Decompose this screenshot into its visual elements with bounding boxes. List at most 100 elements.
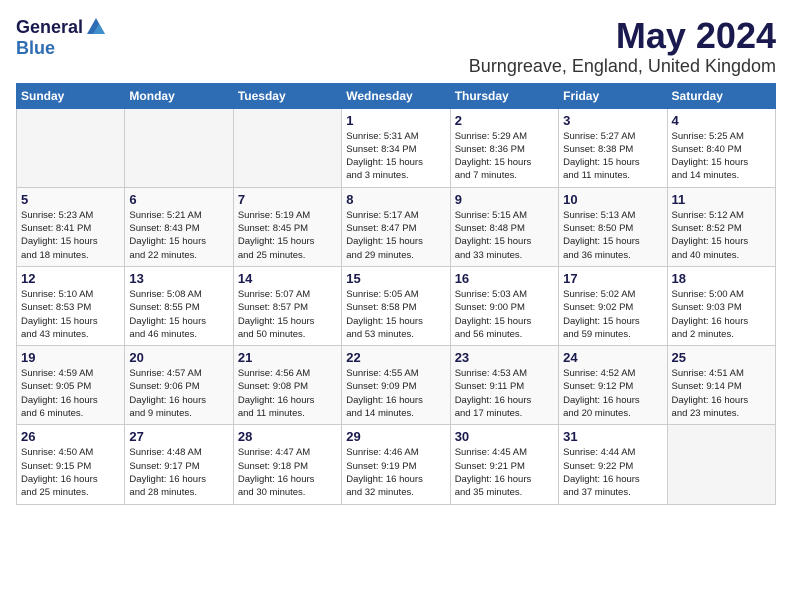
day-info: Sunrise: 4:52 AM Sunset: 9:12 PM Dayligh… [563,367,662,420]
day-info: Sunrise: 4:55 AM Sunset: 9:09 PM Dayligh… [346,367,445,420]
calendar-cell [125,108,233,187]
calendar-cell: 4 Sunrise: 5:25 AM Sunset: 8:40 PM Daylig… [667,108,775,187]
calendar-subtitle: Burngreave, England, United Kingdom [469,56,776,77]
day-info: Sunrise: 5:02 AM Sunset: 9:02 PM Dayligh… [563,288,662,341]
day-info: Sunrise: 5:19 AM Sunset: 8:45 PM Dayligh… [238,209,337,262]
day-info: Sunrise: 5:05 AM Sunset: 8:58 PM Dayligh… [346,288,445,341]
calendar-cell: 2 Sunrise: 5:29 AM Sunset: 8:36 PM Daylig… [450,108,558,187]
day-info: Sunrise: 4:51 AM Sunset: 9:14 PM Dayligh… [672,367,771,420]
day-number: 4 [672,113,771,128]
calendar-cell: 14 Sunrise: 5:07 AM Sunset: 8:57 PM Dayli… [233,266,341,345]
weekday-header-row: SundayMondayTuesdayWednesdayThursdayFrid… [17,83,776,108]
calendar-cell: 11 Sunrise: 5:12 AM Sunset: 8:52 PM Dayli… [667,187,775,266]
day-info: Sunrise: 4:48 AM Sunset: 9:17 PM Dayligh… [129,446,228,499]
day-number: 15 [346,271,445,286]
calendar-cell: 25Sunrise: 4:51 AM Sunset: 9:14 PM Dayli… [667,346,775,425]
day-number: 11 [672,192,771,207]
calendar-cell: 24 Sunrise: 4:52 AM Sunset: 9:12 PM Dayli… [559,346,667,425]
day-number: 31 [563,429,662,444]
calendar-cell: 30 Sunrise: 4:45 AM Sunset: 9:21 PM Dayli… [450,425,558,504]
calendar-cell: 31 Sunrise: 4:44 AM Sunset: 9:22 PM Dayli… [559,425,667,504]
day-number: 14 [238,271,337,286]
week-row-4: 19Sunrise: 4:59 AM Sunset: 9:05 PM Dayli… [17,346,776,425]
day-number: 17 [563,271,662,286]
day-number: 28 [238,429,337,444]
weekday-header-wednesday: Wednesday [342,83,450,108]
day-number: 6 [129,192,228,207]
calendar-cell: 6 Sunrise: 5:21 AM Sunset: 8:43 PM Daylig… [125,187,233,266]
day-info: Sunrise: 4:46 AM Sunset: 9:19 PM Dayligh… [346,446,445,499]
day-number: 12 [21,271,120,286]
week-row-1: 1 Sunrise: 5:31 AM Sunset: 8:34 PM Daylig… [17,108,776,187]
day-number: 2 [455,113,554,128]
calendar-cell: 21Sunrise: 4:56 AM Sunset: 9:08 PM Dayli… [233,346,341,425]
logo-icon [85,16,107,38]
calendar-cell: 17 Sunrise: 5:02 AM Sunset: 9:02 PM Dayli… [559,266,667,345]
day-info: Sunrise: 5:03 AM Sunset: 9:00 PM Dayligh… [455,288,554,341]
week-row-3: 12 Sunrise: 5:10 AM Sunset: 8:53 PM Dayli… [17,266,776,345]
day-info: Sunrise: 4:44 AM Sunset: 9:22 PM Dayligh… [563,446,662,499]
weekday-header-sunday: Sunday [17,83,125,108]
day-info: Sunrise: 4:59 AM Sunset: 9:05 PM Dayligh… [21,367,120,420]
calendar-cell: 7 Sunrise: 5:19 AM Sunset: 8:45 PM Daylig… [233,187,341,266]
day-info: Sunrise: 5:10 AM Sunset: 8:53 PM Dayligh… [21,288,120,341]
week-row-5: 26Sunrise: 4:50 AM Sunset: 9:15 PM Dayli… [17,425,776,504]
day-info: Sunrise: 5:15 AM Sunset: 8:48 PM Dayligh… [455,209,554,262]
day-info: Sunrise: 5:21 AM Sunset: 8:43 PM Dayligh… [129,209,228,262]
weekday-header-friday: Friday [559,83,667,108]
day-info: Sunrise: 5:00 AM Sunset: 9:03 PM Dayligh… [672,288,771,341]
weekday-header-tuesday: Tuesday [233,83,341,108]
day-number: 22 [346,350,445,365]
calendar-table: SundayMondayTuesdayWednesdayThursdayFrid… [16,83,776,505]
day-number: 20 [129,350,228,365]
day-info: Sunrise: 4:50 AM Sunset: 9:15 PM Dayligh… [21,446,120,499]
day-number: 30 [455,429,554,444]
day-info: Sunrise: 4:57 AM Sunset: 9:06 PM Dayligh… [129,367,228,420]
day-info: Sunrise: 5:31 AM Sunset: 8:34 PM Dayligh… [346,130,445,183]
calendar-cell [667,425,775,504]
day-info: Sunrise: 5:12 AM Sunset: 8:52 PM Dayligh… [672,209,771,262]
day-number: 7 [238,192,337,207]
calendar-cell: 20 Sunrise: 4:57 AM Sunset: 9:06 PM Dayli… [125,346,233,425]
logo-general-text: General [16,17,83,38]
day-number: 29 [346,429,445,444]
day-info: Sunrise: 5:27 AM Sunset: 8:38 PM Dayligh… [563,130,662,183]
day-number: 10 [563,192,662,207]
day-number: 1 [346,113,445,128]
day-number: 24 [563,350,662,365]
calendar-cell [233,108,341,187]
calendar-cell: 5Sunrise: 5:23 AM Sunset: 8:41 PM Daylig… [17,187,125,266]
calendar-cell: 23Sunrise: 4:53 AM Sunset: 9:11 PM Dayli… [450,346,558,425]
calendar-cell: 9 Sunrise: 5:15 AM Sunset: 8:48 PM Daylig… [450,187,558,266]
page-header: General Blue May 2024 Burngreave, Englan… [16,16,776,77]
weekday-header-monday: Monday [125,83,233,108]
day-number: 3 [563,113,662,128]
calendar-cell: 12 Sunrise: 5:10 AM Sunset: 8:53 PM Dayli… [17,266,125,345]
calendar-cell: 13 Sunrise: 5:08 AM Sunset: 8:55 PM Dayli… [125,266,233,345]
calendar-cell [17,108,125,187]
calendar-cell: 22 Sunrise: 4:55 AM Sunset: 9:09 PM Dayli… [342,346,450,425]
day-number: 13 [129,271,228,286]
day-info: Sunrise: 4:45 AM Sunset: 9:21 PM Dayligh… [455,446,554,499]
calendar-cell: 26Sunrise: 4:50 AM Sunset: 9:15 PM Dayli… [17,425,125,504]
day-number: 5 [21,192,120,207]
day-info: Sunrise: 5:07 AM Sunset: 8:57 PM Dayligh… [238,288,337,341]
calendar-title: May 2024 [469,16,776,56]
calendar-cell: 29 Sunrise: 4:46 AM Sunset: 9:19 PM Dayli… [342,425,450,504]
calendar-cell: 10 Sunrise: 5:13 AM Sunset: 8:50 PM Dayli… [559,187,667,266]
weekday-header-saturday: Saturday [667,83,775,108]
day-number: 8 [346,192,445,207]
logo: General Blue [16,16,107,59]
day-info: Sunrise: 5:08 AM Sunset: 8:55 PM Dayligh… [129,288,228,341]
day-info: Sunrise: 5:25 AM Sunset: 8:40 PM Dayligh… [672,130,771,183]
day-info: Sunrise: 4:56 AM Sunset: 9:08 PM Dayligh… [238,367,337,420]
day-number: 16 [455,271,554,286]
calendar-cell: 1 Sunrise: 5:31 AM Sunset: 8:34 PM Daylig… [342,108,450,187]
title-block: May 2024 Burngreave, England, United Kin… [469,16,776,77]
day-number: 9 [455,192,554,207]
day-info: Sunrise: 5:29 AM Sunset: 8:36 PM Dayligh… [455,130,554,183]
calendar-cell: 27Sunrise: 4:48 AM Sunset: 9:17 PM Dayli… [125,425,233,504]
calendar-cell: 8Sunrise: 5:17 AM Sunset: 8:47 PM Daylig… [342,187,450,266]
calendar-cell: 19Sunrise: 4:59 AM Sunset: 9:05 PM Dayli… [17,346,125,425]
day-info: Sunrise: 5:13 AM Sunset: 8:50 PM Dayligh… [563,209,662,262]
